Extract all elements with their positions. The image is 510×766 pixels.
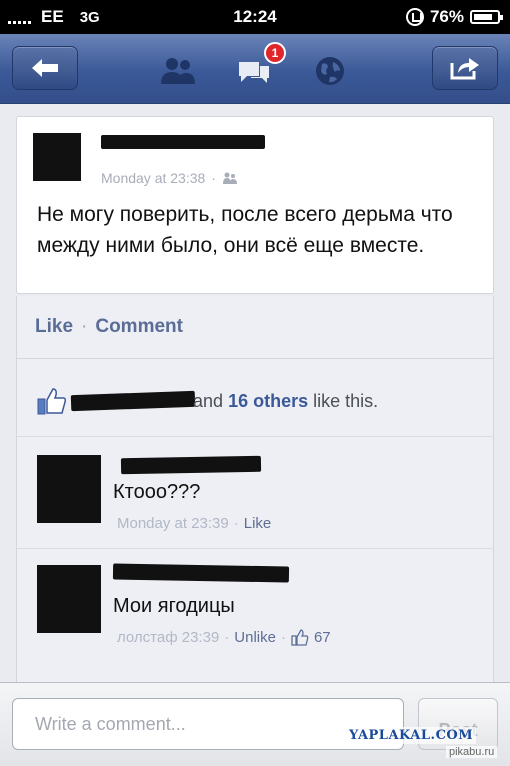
author-avatar[interactable] [33,133,81,181]
comment-separator: · [224,629,230,646]
battery-icon [470,10,503,24]
friends-icon [161,58,195,84]
comment-separator: · [233,515,239,532]
share-icon [450,58,479,80]
friends-requests-button[interactable] [158,54,198,88]
rotation-lock-icon [405,8,424,26]
notifications-button[interactable] [310,54,350,88]
share-button[interactable] [432,46,498,90]
status-post: Monday at 23:38 · Не могу поверить, посл… [16,116,494,294]
watermark-yaplakal: YAPLAKAL.COM [346,727,477,744]
actions-separator: · [81,316,88,337]
comment-timestamp: Monday at 23:39 [117,515,229,532]
author-name-redacted[interactable] [101,135,265,149]
nav-bar [0,34,510,104]
comment-action[interactable]: Comment [95,316,183,338]
status-bar: EE 3G 12:24 76% [0,0,510,34]
likes-summary[interactable]: and 16 others like this. [16,358,494,436]
comment-like-icon [291,629,309,646]
globe-icon [316,57,344,85]
battery-percent: 76% [429,7,464,26]
likes-text: and 16 others like this. [193,391,378,412]
comment-like-count[interactable]: 67 [314,629,331,646]
post-meta: Monday at 23:38 · [101,170,238,186]
comment-item: Мои ягодицы лолстаф 23:39 · Unlike · 67 [16,548,494,682]
likes-prefix: and [193,391,224,411]
comment-timestamp: лолстаф 23:39 [117,629,220,646]
comment-text: Ктооо??? [113,481,201,503]
comment-text: Мои ягодицы [113,595,235,617]
likers-redacted[interactable] [70,390,196,412]
likes-others-link[interactable]: 16 others [228,391,308,411]
back-button[interactable] [12,46,78,90]
commenter-name-redacted[interactable] [112,563,290,583]
back-arrow-icon [32,59,58,77]
like-action[interactable]: Like [35,316,73,338]
thumbs-up-icon [37,388,67,415]
commenter-name-redacted[interactable] [120,455,262,475]
comment-composer: Post [0,682,510,766]
meta-separator: · [211,170,216,186]
comment-separator: · [280,629,286,646]
friends-audience-icon [222,172,237,184]
notification-badge: 1 [264,42,286,64]
comment-meta: Monday at 23:39 · Like [117,515,271,532]
status-right: 76% [405,7,503,27]
commenter-avatar[interactable] [37,565,101,633]
watermark-pikabu: pikabu.ru [446,746,498,758]
post-actions: Like · Comment [16,296,494,358]
comment-like-action[interactable]: Like [244,515,272,532]
comment-unlike-action[interactable]: Unlike [234,629,276,646]
post-body: Не могу поверить, после всего дерьма что… [37,203,453,257]
comment-item: Ктооо??? Monday at 23:39 · Like [16,436,494,548]
commenter-avatar[interactable] [37,455,101,523]
likes-suffix: like this. [313,391,379,411]
post-timestamp[interactable]: Monday at 23:38 [101,170,205,186]
comment-meta: лолстаф 23:39 · Unlike · 67 [117,629,331,646]
